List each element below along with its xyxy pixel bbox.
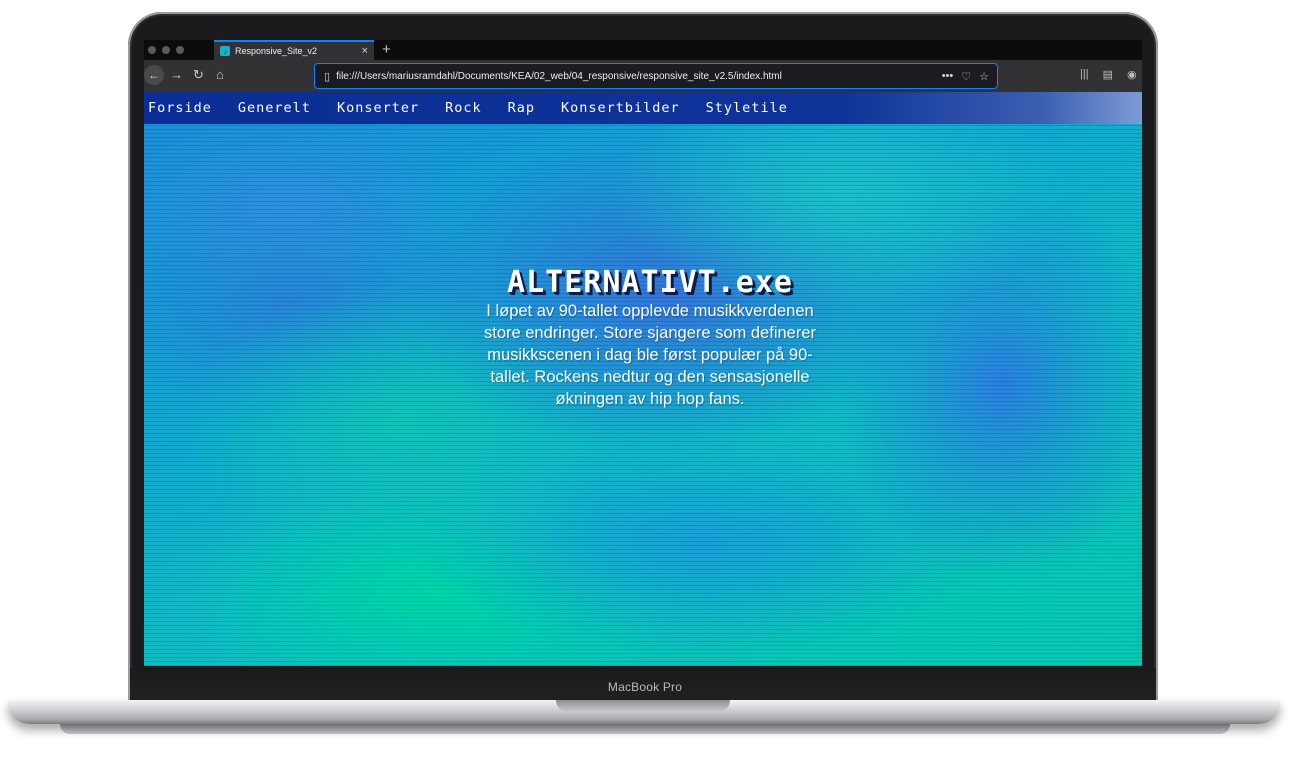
- nav-link-styletile[interactable]: Styletile: [706, 100, 788, 116]
- hero-title: ALTERNATIVT.exe: [507, 265, 793, 300]
- hero-text: I løpet av 90-tallet opplevde musikkverd…: [483, 302, 816, 408]
- web-page: Forside Generelt Konserter Rock Rap Kons…: [144, 92, 1142, 666]
- page-icon: ▯: [324, 70, 331, 83]
- reload-icon[interactable]: ↻: [193, 67, 204, 83]
- tab-favicon-icon: ♪: [220, 46, 230, 56]
- nav-link-konsertbilder[interactable]: Konsertbilder: [561, 100, 680, 116]
- nav-link-konserter[interactable]: Konserter: [337, 100, 419, 116]
- nav-link-forside[interactable]: Forside: [148, 100, 212, 116]
- device-label: MacBook Pro: [607, 680, 683, 694]
- nav-link-generelt[interactable]: Generelt: [238, 100, 311, 116]
- browser-tabbar: ♪ Responsive_Site_v2 × +: [144, 40, 1142, 60]
- browser-tab[interactable]: ♪ Responsive_Site_v2 ×: [214, 40, 374, 60]
- laptop-base-edge: [60, 724, 1230, 734]
- laptop-notch: [556, 700, 730, 712]
- more-actions-icon[interactable]: •••: [942, 70, 954, 83]
- screen: ♪ Responsive_Site_v2 × + ← → ↻ ⌂ ▯ file:…: [144, 40, 1142, 666]
- bookmark-star-icon[interactable]: ☆: [979, 70, 989, 83]
- library-icon[interactable]: |||: [1080, 68, 1089, 81]
- new-tab-icon[interactable]: +: [382, 41, 391, 58]
- url-bar[interactable]: ▯ file:///Users/mariusramdahl/Documents/…: [314, 63, 998, 89]
- nav-link-rock[interactable]: Rock: [445, 100, 482, 116]
- browser-toolbar: ← → ↻ ⌂ ▯ file:///Users/mariusramdahl/Do…: [144, 60, 1142, 92]
- sidebar-icon[interactable]: ▤: [1103, 68, 1113, 81]
- minimize-window-icon[interactable]: [162, 46, 170, 54]
- hero-section: ALTERNATIVT.exe I løpet av 90-tallet opp…: [144, 124, 1142, 666]
- home-icon[interactable]: ⌂: [216, 67, 224, 82]
- back-arrow-icon[interactable]: ←: [144, 65, 164, 85]
- site-navigation: Forside Generelt Konserter Rock Rap Kons…: [144, 92, 1142, 124]
- nav-link-rap[interactable]: Rap: [508, 100, 535, 116]
- url-text[interactable]: file:///Users/mariusramdahl/Documents/KE…: [336, 71, 942, 82]
- forward-arrow-icon[interactable]: →: [170, 67, 183, 82]
- close-window-icon[interactable]: [148, 46, 156, 54]
- tab-title: Responsive_Site_v2: [235, 46, 318, 56]
- hero-content: ALTERNATIVT.exe I løpet av 90-tallet opp…: [468, 266, 832, 410]
- pocket-icon[interactable]: ♡: [961, 70, 971, 83]
- tab-close-icon[interactable]: ×: [362, 45, 368, 57]
- zoom-window-icon[interactable]: [176, 46, 184, 54]
- account-icon[interactable]: ◉: [1127, 68, 1137, 81]
